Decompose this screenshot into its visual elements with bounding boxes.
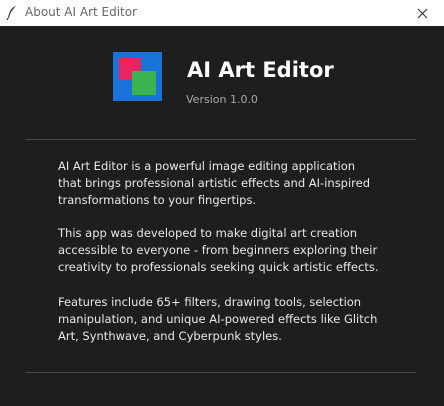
close-button[interactable] <box>400 0 444 26</box>
about-dialog-content: AI Art Editor Version 1.0.0 AI Art Edito… <box>0 26 444 406</box>
description-paragraph-3: Features include 65+ filters, drawing to… <box>58 294 398 345</box>
description-line: Art, Synthwave, and Cyberpunk styles. <box>58 329 282 343</box>
description-line: Features include 65+ filters, drawing to… <box>58 295 362 309</box>
title-bar: About AI Art Editor <box>0 0 444 26</box>
description-line: accessible to everyone - from beginners … <box>58 243 378 257</box>
close-icon <box>417 8 427 18</box>
description-paragraph-1: AI Art Editor is a powerful image editin… <box>58 158 398 209</box>
description-paragraph-2: This app was developed to make digital a… <box>58 225 398 276</box>
description-line: This app was developed to make digital a… <box>58 226 358 240</box>
description-line: AI Art Editor is a powerful image editin… <box>58 159 356 173</box>
app-name: AI Art Editor <box>187 58 334 82</box>
app-logo <box>113 52 162 101</box>
description-line: transformations to your fingertips. <box>58 193 257 207</box>
app-version: Version 1.0.0 <box>186 93 258 106</box>
feather-icon <box>6 6 16 21</box>
bottom-divider <box>26 372 416 373</box>
description-line: creativity to professionals seeking quic… <box>58 260 379 274</box>
description-line: that brings professional artistic effect… <box>58 176 371 190</box>
window-title: About AI Art Editor <box>25 5 138 19</box>
top-divider <box>26 139 416 140</box>
description-line: manipulation, and unique AI-powered effe… <box>58 312 378 326</box>
